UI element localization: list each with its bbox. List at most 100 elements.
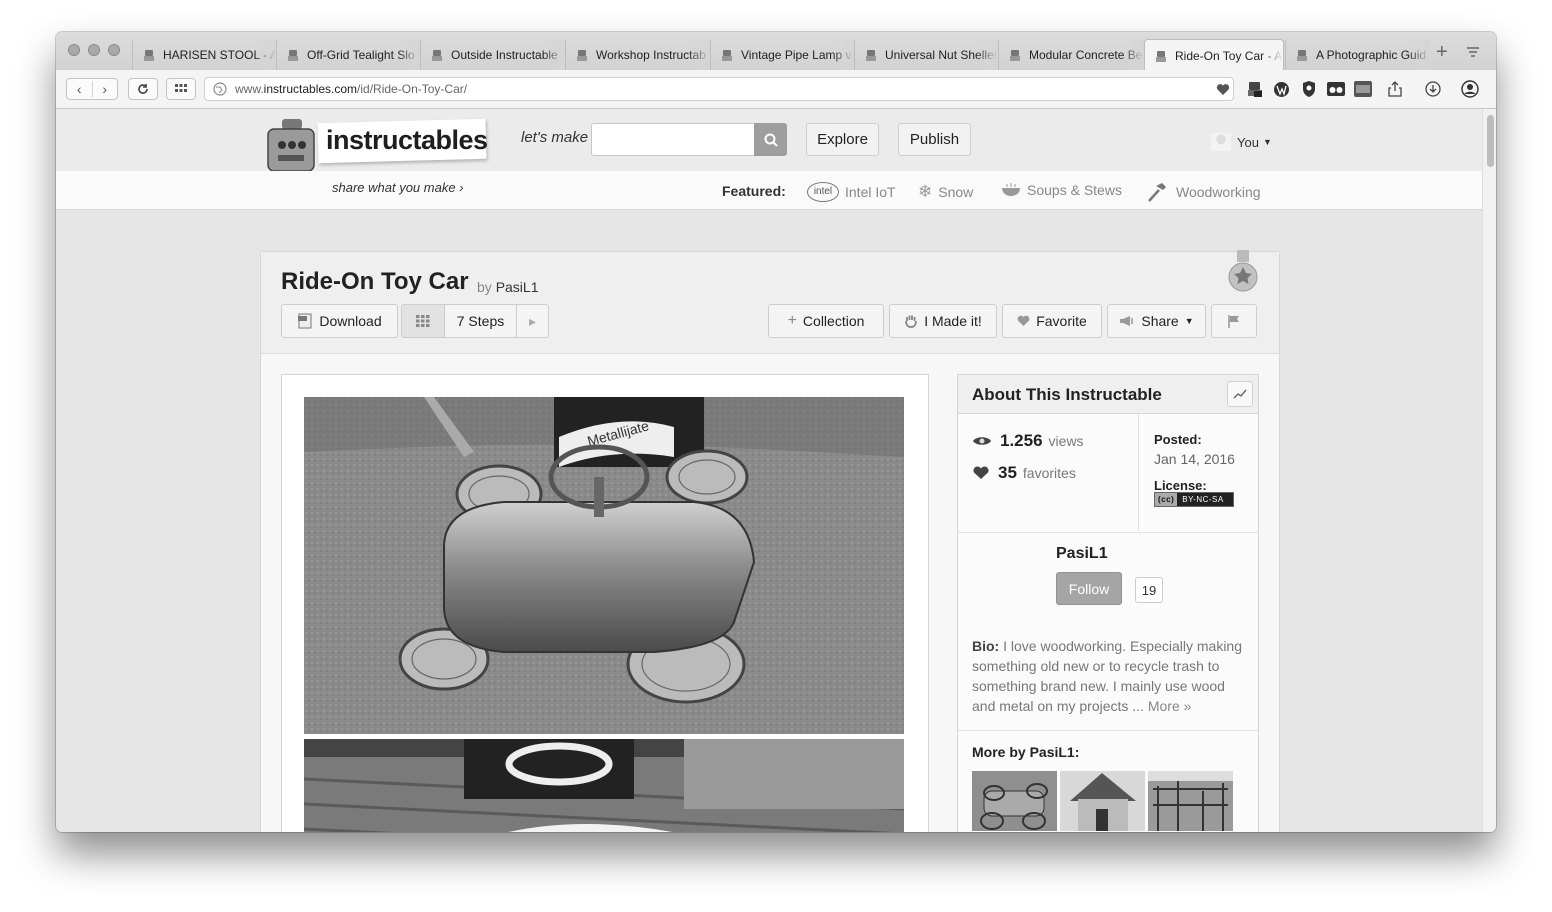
tab[interactable]: Universal Nut Sheller	[854, 40, 998, 70]
i-made-it-button[interactable]: I Made it!	[889, 304, 997, 338]
cc-icon: (cc)	[1155, 493, 1178, 506]
close-window-button[interactable]	[68, 44, 80, 56]
search-input[interactable]	[591, 123, 755, 156]
new-tab-button[interactable]: +	[1436, 41, 1448, 64]
robot-favicon-icon	[574, 48, 590, 62]
download-button[interactable]: Download	[281, 304, 398, 338]
bio-label: Bio:	[972, 638, 1000, 654]
bowl-icon	[1002, 183, 1020, 196]
heart-icon	[1017, 315, 1030, 326]
favorites-count: 35	[998, 463, 1017, 482]
site-info-icon[interactable]	[213, 82, 227, 96]
author-name[interactable]: PasiL1	[1056, 545, 1108, 563]
account-icon[interactable]	[1461, 80, 1479, 98]
author-link[interactable]: PasiL1	[496, 279, 539, 295]
snowflake-icon: ❄	[918, 182, 933, 201]
featured-link-snow[interactable]: ❄ Snow	[918, 182, 973, 202]
top-sites-button[interactable]	[166, 78, 196, 100]
more-by-thumbnail[interactable]	[1060, 771, 1145, 831]
next-step-button[interactable]: ▸	[516, 304, 549, 338]
caret-down-icon: ▼	[1184, 316, 1194, 326]
tab[interactable]: A Photographic Guid	[1285, 40, 1430, 70]
avatar	[1211, 133, 1231, 151]
steps-grid-button[interactable]	[401, 304, 445, 338]
publish-button[interactable]: Publish	[898, 123, 971, 156]
follow-button[interactable]: Follow	[1056, 572, 1122, 605]
featured-label: Featured:	[722, 183, 786, 199]
license-badge-text: BY-NC-SA	[1182, 495, 1224, 504]
page-title: Ride-On Toy Car	[281, 268, 469, 295]
download-icon[interactable]	[1424, 80, 1442, 98]
site-logo[interactable]: instructables	[326, 125, 488, 156]
tab[interactable]: Modular Concrete Be	[998, 40, 1144, 70]
forward-arrow-icon[interactable]: ›	[93, 81, 118, 97]
step-photo-2[interactable]	[304, 739, 904, 832]
about-sidebar: About This Instructable 1.256 views 35 f…	[957, 374, 1259, 832]
views-label: views	[1048, 433, 1084, 449]
back-forward-buttons: ‹ ›	[66, 78, 118, 100]
more-by-thumbnail[interactable]	[1148, 771, 1233, 831]
views-count: 1.256	[1000, 431, 1043, 450]
tab-title: Outside Instructable	[451, 48, 558, 62]
reload-button[interactable]	[128, 78, 158, 100]
add-to-collection-button[interactable]: + Collection	[768, 304, 884, 338]
tab[interactable]: HARISEN STOOL - A	[132, 40, 276, 70]
shield-icon[interactable]	[1300, 80, 1318, 98]
tab-active[interactable]: Ride-On Toy Car - A	[1144, 39, 1284, 71]
explore-button[interactable]: Explore	[806, 123, 879, 156]
back-arrow-icon[interactable]: ‹	[67, 81, 93, 97]
more-by-thumbnail[interactable]	[972, 771, 1057, 831]
heart-icon	[973, 466, 989, 479]
bio-more-link[interactable]: More »	[1144, 698, 1192, 714]
tab[interactable]: Outside Instructable	[420, 40, 565, 70]
tab[interactable]: Off-Grid Tealight Slo	[276, 40, 420, 70]
zoom-window-button[interactable]	[108, 44, 120, 56]
address-bar[interactable]: www. instructables.com/id/Ride-On-Toy-Car…	[204, 77, 1234, 101]
reload-icon	[138, 84, 148, 94]
featured-label-text: Snow	[938, 184, 974, 200]
main-photo[interactable]: Metallijate	[304, 397, 904, 734]
scrollbar-thumb[interactable]	[1487, 115, 1494, 167]
favorite-button[interactable]: Favorite	[1002, 304, 1102, 338]
robot-favicon-icon	[719, 48, 735, 62]
minimize-window-button[interactable]	[88, 44, 100, 56]
robot-favicon-icon	[141, 48, 157, 62]
views-stat: 1.256 views	[972, 431, 1084, 451]
reader-glasses-icon[interactable]	[1327, 80, 1345, 98]
featured-link-woodworking[interactable]: Woodworking	[1146, 182, 1261, 202]
tab-bar: HARISEN STOOL - A Off-Grid Tealight Slo …	[56, 32, 1496, 71]
share-button[interactable]: Share ▼	[1107, 304, 1206, 338]
featured-label-text: Woodworking	[1176, 184, 1261, 200]
line-chart-icon	[1233, 389, 1247, 399]
browser-toolbar: ‹ › www. instructables.com/id/Ride-On-Toy…	[56, 70, 1496, 109]
tab-list-icon[interactable]	[1466, 45, 1480, 63]
pdf-icon	[298, 313, 312, 329]
featured-link-intel[interactable]: intel Intel IoT	[807, 182, 896, 202]
tab[interactable]: Vintage Pipe Lamp v	[710, 40, 854, 70]
heart-bookmark-icon[interactable]	[1214, 80, 1232, 98]
user-menu[interactable]: You ▼	[1211, 133, 1272, 151]
steps-button[interactable]: 7 Steps	[444, 304, 517, 338]
robot-favicon-icon	[1153, 49, 1169, 63]
byline: by PasiL1	[477, 279, 539, 295]
user-menu-label: You	[1237, 134, 1259, 150]
tab[interactable]: Workshop Instructab	[565, 40, 710, 70]
css-extension-icon[interactable]	[1354, 80, 1372, 98]
follower-count: 19	[1135, 577, 1163, 603]
page-scrollbar[interactable]	[1482, 109, 1496, 832]
tagline[interactable]: share what you make ›	[332, 180, 464, 195]
license-badge[interactable]: (cc) BY-NC-SA	[1154, 492, 1234, 507]
wordpress-icon[interactable]	[1272, 80, 1290, 98]
report-flag-button[interactable]	[1211, 304, 1257, 338]
lets-make-label: let's make	[521, 129, 589, 146]
featured-link-soups[interactable]: Soups & Stews	[1001, 182, 1122, 198]
extension-robot-icon[interactable]	[1246, 80, 1264, 98]
robot-favicon-icon	[1294, 48, 1310, 62]
eye-icon	[973, 437, 991, 445]
search-button[interactable]	[754, 123, 787, 156]
divider	[958, 532, 1258, 533]
robot-favicon-icon	[285, 48, 301, 62]
flag-icon	[1228, 314, 1239, 328]
share-upload-icon[interactable]	[1386, 80, 1404, 98]
stats-button[interactable]	[1227, 381, 1253, 407]
